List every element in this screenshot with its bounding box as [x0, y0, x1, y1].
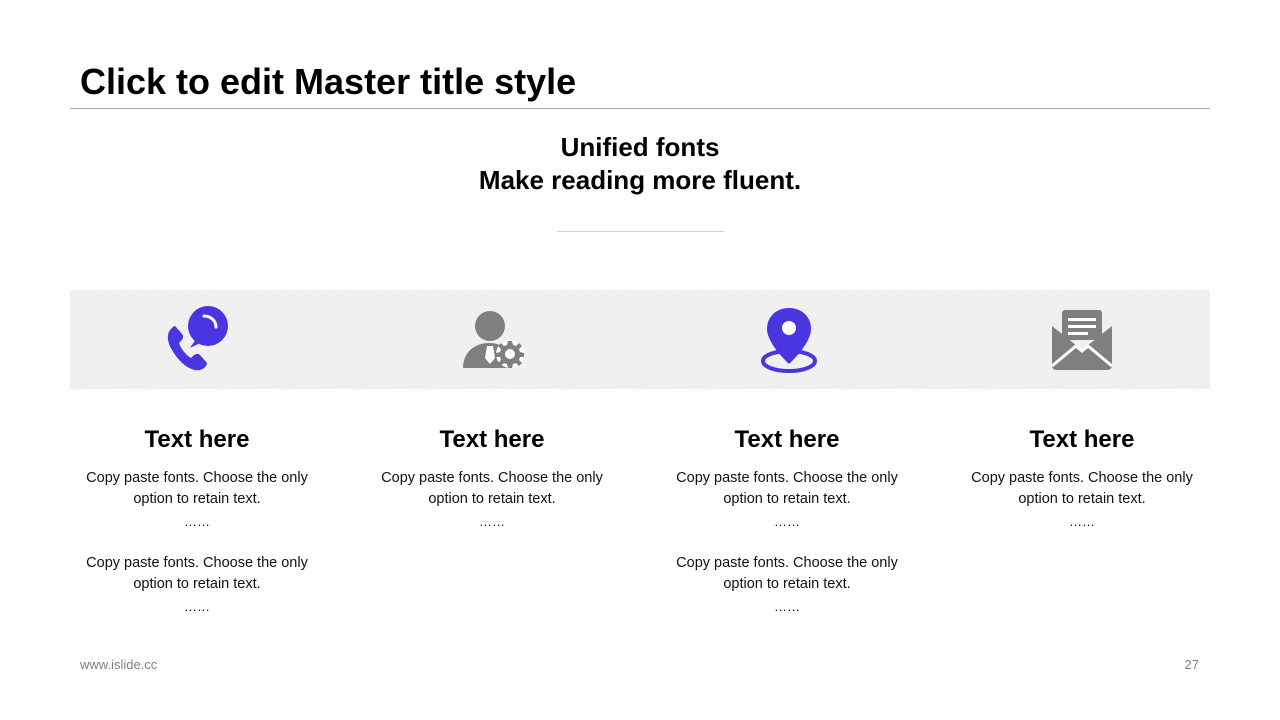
paragraph-line: Copy paste fonts. Choose the only [676, 470, 898, 486]
column-title[interactable]: Text here [366, 424, 618, 456]
user-settings-icon [459, 306, 527, 374]
paragraph-line: option to retain text. [133, 576, 261, 592]
subtitle[interactable]: Unified fonts Make reading more fluent. [340, 131, 940, 197]
column-4: Text here Copy paste fonts. Choose the o… [956, 424, 1208, 534]
column-3: Text here Copy paste fonts. Choose the o… [661, 424, 913, 619]
phone-chat-icon [164, 306, 232, 374]
subtitle-divider [557, 231, 724, 232]
ellipsis: …… [184, 514, 210, 529]
paragraph-line: Copy paste fonts. Choose the only [86, 470, 308, 486]
page-number: 27 [1184, 657, 1199, 672]
ellipsis: …… [184, 599, 210, 614]
column-2: Text here Copy paste fonts. Choose the o… [366, 424, 618, 534]
ellipsis: …… [774, 514, 800, 529]
paragraph-line: option to retain text. [723, 491, 851, 507]
page-title[interactable]: Click to edit Master title style [80, 60, 576, 104]
paragraph-line: option to retain text. [723, 576, 851, 592]
footer-url: www.islide.cc [80, 657, 158, 672]
slide: Click to edit Master title style Unified… [0, 0, 1280, 720]
ellipsis: …… [774, 599, 800, 614]
column-title[interactable]: Text here [71, 424, 323, 456]
column-paragraph[interactable]: Copy paste fonts. Choose the only option… [661, 468, 913, 534]
column-paragraph[interactable]: Copy paste fonts. Choose the only option… [71, 553, 323, 619]
icon-band [70, 290, 1210, 389]
paragraph-line: option to retain text. [1018, 491, 1146, 507]
column-paragraph[interactable]: Copy paste fonts. Choose the only option… [71, 468, 323, 534]
column-paragraph[interactable]: Copy paste fonts. Choose the only option… [956, 468, 1208, 534]
ellipsis: …… [1069, 514, 1095, 529]
paragraph-line: option to retain text. [133, 491, 261, 507]
paragraph-line: Copy paste fonts. Choose the only [86, 555, 308, 571]
column-title[interactable]: Text here [661, 424, 913, 456]
subtitle-line-2: Make reading more fluent. [478, 165, 802, 195]
column-title[interactable]: Text here [956, 424, 1208, 456]
location-pin-icon [755, 306, 823, 374]
ellipsis: …… [479, 514, 505, 529]
paragraph-line: Copy paste fonts. Choose the only [381, 470, 603, 486]
column-1: Text here Copy paste fonts. Choose the o… [71, 424, 323, 619]
subtitle-line-1: Unified fonts [560, 132, 720, 162]
column-paragraph[interactable]: Copy paste fonts. Choose the only option… [366, 468, 618, 534]
envelope-open-icon [1048, 306, 1116, 374]
paragraph-line: option to retain text. [428, 491, 556, 507]
paragraph-line: Copy paste fonts. Choose the only [676, 555, 898, 571]
title-divider [70, 108, 1210, 109]
paragraph-line: Copy paste fonts. Choose the only [971, 470, 1193, 486]
column-paragraph[interactable]: Copy paste fonts. Choose the only option… [661, 553, 913, 619]
